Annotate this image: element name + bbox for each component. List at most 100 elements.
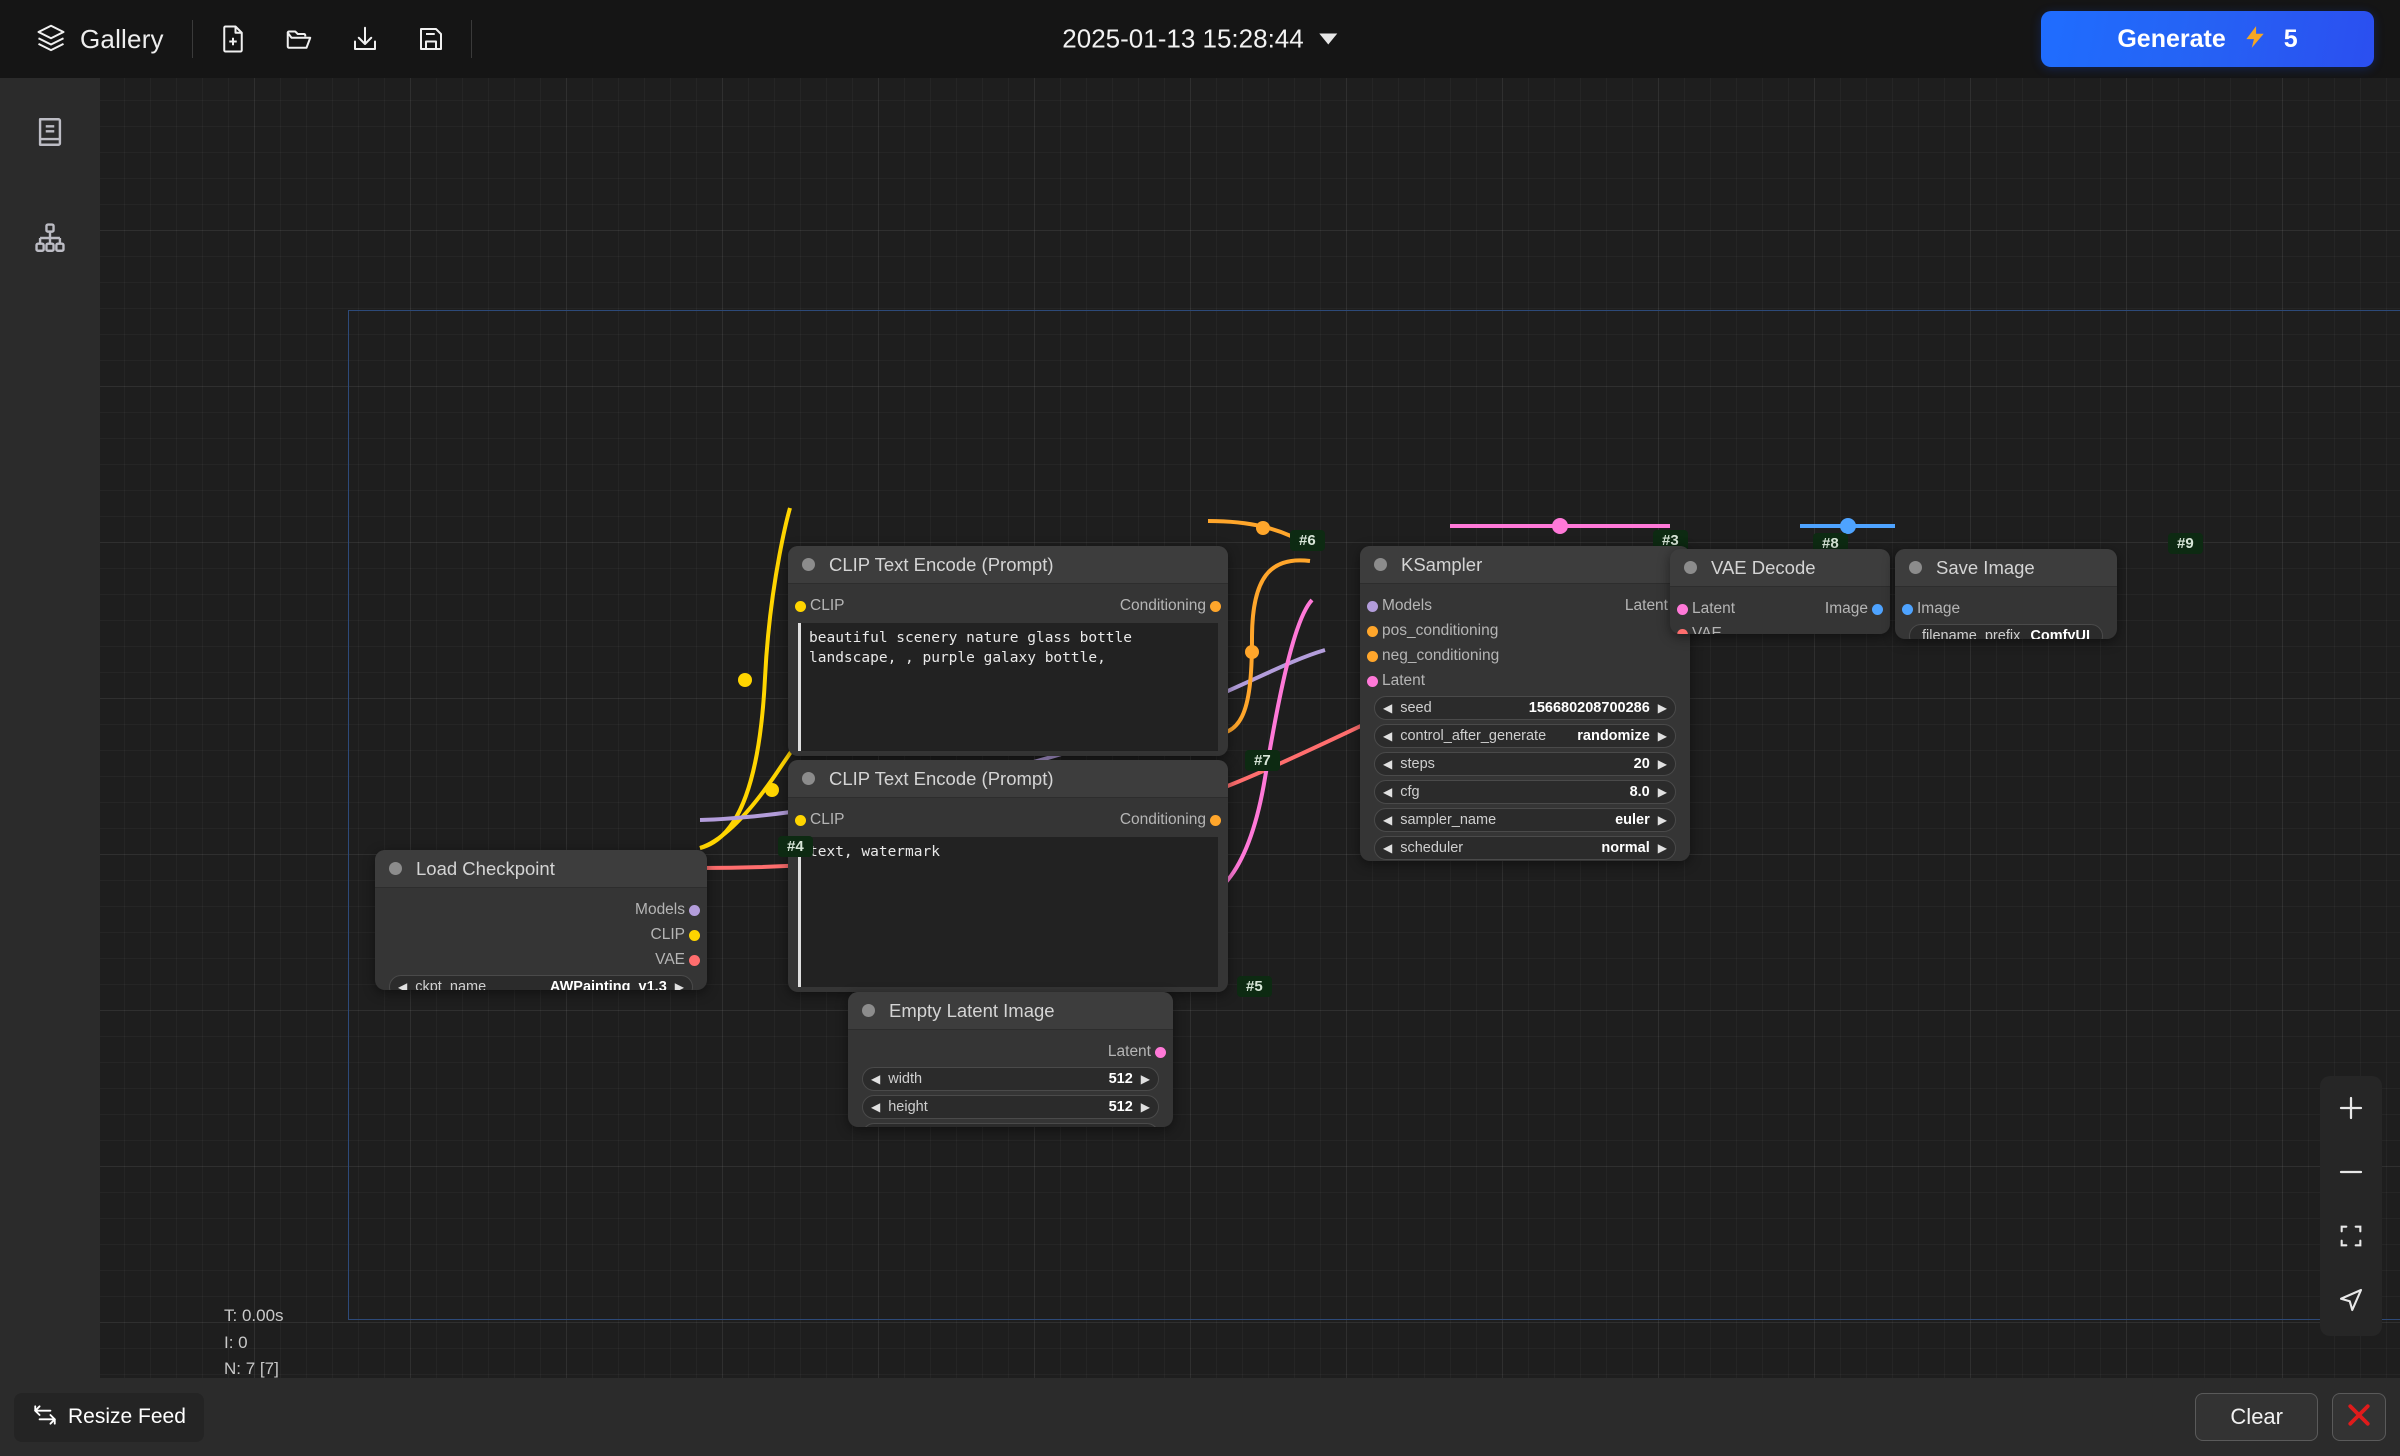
port-pos-conditioning-input[interactable] [1367, 625, 1378, 637]
node-clip-text-encode-negative[interactable]: CLIP Text Encode (Prompt) CLIP Condition… [788, 760, 1228, 992]
zoom-out-button[interactable] [2327, 1150, 2375, 1198]
decrement-arrow-icon[interactable]: ◀ [871, 1073, 880, 1085]
new-file-icon[interactable] [211, 17, 255, 61]
prompt-textarea[interactable]: text, watermark [798, 837, 1218, 987]
node-body: Latent Image VAE [1670, 587, 1890, 634]
node-collapse-dot[interactable] [862, 1004, 875, 1017]
port-conditioning-output[interactable] [1210, 600, 1221, 612]
sidebar-item-notes[interactable] [22, 106, 78, 162]
node-title: VAE Decode [1711, 556, 1816, 578]
node-load-checkpoint[interactable]: Load Checkpoint Models CLIP VAE ◀ ckpt_n… [375, 850, 707, 990]
port-latent-output[interactable] [1155, 1046, 1166, 1058]
port-vae-input[interactable] [1677, 628, 1688, 634]
prompt-textarea[interactable]: beautiful scenery nature glass bottle la… [798, 623, 1218, 751]
resize-feed-button[interactable]: Resize Feed [14, 1392, 204, 1442]
increment-arrow-icon[interactable]: ▶ [1141, 1073, 1150, 1085]
widget-batch-size[interactable]: ◀ batch_size 1 ▶ [862, 1123, 1159, 1127]
node-header[interactable]: CLIP Text Encode (Prompt) [788, 760, 1228, 798]
port-latent-input[interactable] [1367, 675, 1378, 687]
decrement-arrow-icon[interactable]: ◀ [1383, 786, 1392, 798]
port-conditioning-output[interactable] [1210, 814, 1221, 826]
increment-arrow-icon[interactable]: ▶ [1658, 842, 1667, 854]
node-io-row: Latent [1360, 670, 1690, 692]
node-collapse-dot[interactable] [802, 772, 815, 785]
node-header[interactable]: Save Image [1895, 549, 2117, 587]
port-model-output[interactable] [689, 904, 700, 916]
sidebar-item-workflows[interactable] [22, 212, 78, 268]
node-io-row: Image [1895, 598, 2117, 620]
widget-ckpt-name[interactable]: ◀ ckpt_name AWPainting_v1.3 ▶ [389, 975, 693, 990]
node-collapse-dot[interactable] [1684, 561, 1697, 574]
link-midpoint-dot [1245, 645, 1259, 659]
node-empty-latent-image[interactable]: Empty Latent Image Latent ◀ width 512 ▶ … [848, 992, 1173, 1127]
workflow-datetime-label: 2025-01-13 15:28:44 [1062, 23, 1304, 54]
graph-canvas[interactable]: #6 CLIP Text Encode (Prompt) CLIP Condit… [100, 78, 2400, 1378]
node-io-row: CLIP Conditioning [788, 595, 1228, 617]
generate-credit-count: 5 [2283, 24, 2298, 53]
widget-seed[interactable]: ◀ seed 156680208700286 ▶ [1374, 696, 1676, 720]
close-feed-button[interactable] [2332, 1393, 2386, 1441]
widget-filename-prefix[interactable]: filename_prefix ComfyUI [1909, 624, 2103, 639]
node-vae-decode[interactable]: VAE Decode Latent Image VAE [1670, 549, 1890, 634]
download-icon[interactable] [343, 17, 387, 61]
node-header[interactable]: VAE Decode [1670, 549, 1890, 587]
decrement-arrow-icon[interactable]: ◀ [1383, 702, 1392, 714]
output-label: Latent [1624, 597, 1668, 614]
decrement-arrow-icon[interactable]: ◀ [1383, 842, 1392, 854]
port-vae-output[interactable] [689, 954, 700, 966]
decrement-arrow-icon[interactable]: ◀ [398, 981, 407, 990]
node-ksampler[interactable]: KSampler Models Latent pos_conditioning … [1360, 546, 1690, 861]
node-collapse-dot[interactable] [1374, 558, 1387, 571]
decrement-arrow-icon[interactable]: ◀ [1383, 814, 1392, 826]
node-save-image[interactable]: Save Image Image filename_prefix ComfyUI [1895, 549, 2117, 639]
workflow-selector[interactable]: 2025-01-13 15:28:44 [1062, 23, 1338, 55]
increment-arrow-icon[interactable]: ▶ [1658, 786, 1667, 798]
widget-value: randomize [1577, 728, 1650, 744]
node-clip-text-encode-positive[interactable]: CLIP Text Encode (Prompt) CLIP Condition… [788, 546, 1228, 756]
widget-sampler-name[interactable]: ◀ sampler_name euler ▶ [1374, 808, 1676, 832]
gallery-button[interactable]: Gallery [26, 16, 174, 63]
generate-label: Generate [2117, 24, 2226, 53]
node-collapse-dot[interactable] [1909, 561, 1922, 574]
port-image-output[interactable] [1872, 603, 1883, 615]
save-icon[interactable] [409, 17, 453, 61]
increment-arrow-icon[interactable]: ▶ [1141, 1101, 1150, 1113]
node-collapse-dot[interactable] [802, 558, 815, 571]
decrement-arrow-icon[interactable]: ◀ [1383, 730, 1392, 742]
decrement-arrow-icon[interactable]: ◀ [1383, 758, 1392, 770]
node-header[interactable]: CLIP Text Encode (Prompt) [788, 546, 1228, 584]
fit-view-button[interactable] [2327, 1214, 2375, 1262]
port-clip-input[interactable] [795, 814, 806, 826]
node-header[interactable]: Load Checkpoint [375, 850, 707, 888]
open-folder-icon[interactable] [277, 17, 321, 61]
port-image-input[interactable] [1902, 603, 1913, 615]
increment-arrow-icon[interactable]: ▶ [1658, 730, 1667, 742]
widget-width[interactable]: ◀ width 512 ▶ [862, 1067, 1159, 1091]
increment-arrow-icon[interactable]: ▶ [675, 981, 684, 990]
widget-control-after-generate[interactable]: ◀ control_after_generate randomize ▶ [1374, 724, 1676, 748]
increment-arrow-icon[interactable]: ▶ [1658, 702, 1667, 714]
generate-button[interactable]: Generate 5 [2041, 11, 2374, 67]
node-header[interactable]: Empty Latent Image [848, 992, 1173, 1030]
port-clip-output[interactable] [689, 929, 700, 941]
widget-steps[interactable]: ◀ steps 20 ▶ [1374, 752, 1676, 776]
link-midpoint-dot [1552, 518, 1568, 534]
widget-cfg[interactable]: ◀ cfg 8.0 ▶ [1374, 780, 1676, 804]
increment-arrow-icon[interactable]: ▶ [1658, 758, 1667, 770]
node-collapse-dot[interactable] [389, 862, 402, 875]
navigate-button[interactable] [2327, 1278, 2375, 1326]
port-clip-input[interactable] [795, 600, 806, 612]
output-label: Models [635, 901, 685, 918]
node-header[interactable]: KSampler [1360, 546, 1690, 584]
decrement-arrow-icon[interactable]: ◀ [871, 1101, 880, 1113]
port-neg-conditioning-input[interactable] [1367, 650, 1378, 662]
increment-arrow-icon[interactable]: ▶ [1658, 814, 1667, 826]
toolbar-divider-1 [191, 20, 193, 58]
widget-height[interactable]: ◀ height 512 ▶ [862, 1095, 1159, 1119]
port-model-input[interactable] [1367, 600, 1378, 612]
widget-scheduler[interactable]: ◀ scheduler normal ▶ [1374, 836, 1676, 860]
zoom-in-button[interactable] [2327, 1086, 2375, 1134]
port-latent-input[interactable] [1677, 603, 1688, 615]
clear-button[interactable]: Clear [2195, 1393, 2318, 1441]
canvas-controls [2320, 1076, 2382, 1336]
